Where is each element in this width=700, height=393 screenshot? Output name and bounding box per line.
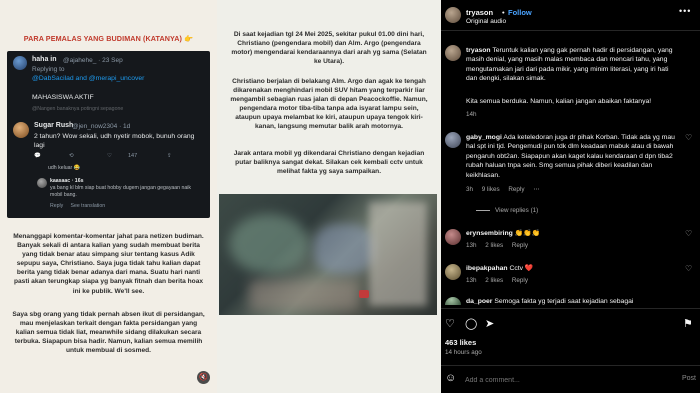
comment: erynsembiring 👏👏👏: [466, 229, 676, 238]
post-timestamp: 14 hours ago: [445, 349, 482, 356]
caption-comment-continued: Kita semua berduka. Namun, kalian jangan…: [466, 98, 652, 105]
reply-button[interactable]: Reply: [512, 242, 528, 249]
post-likes-count[interactable]: 463 likes: [445, 338, 476, 347]
comment-likes[interactable]: 2 likes: [485, 242, 503, 249]
comment-text: Teruntuk kalian yang gak pernah hadir di…: [466, 47, 673, 83]
heart-icon[interactable]: ♡: [445, 317, 455, 330]
pointing-emoji: 👉: [184, 34, 194, 43]
tweet-author-handle: @ajahehe_ · 23 Sep: [63, 57, 123, 64]
mute-icon[interactable]: 🔇: [197, 371, 210, 384]
faded-reply: @Nangen banaknya potingni sepagone: [32, 106, 124, 112]
comment-username[interactable]: ibepakpahan: [466, 265, 508, 272]
tweet-author-handle: @jen_now2304 · 1d: [72, 123, 131, 130]
comment-text: Semoga fakta yg terjadi saat kejadian se…: [494, 298, 634, 305]
header-divider: [441, 30, 700, 31]
share-icon[interactable]: ➤: [485, 317, 494, 330]
story-screenshot-panel: PARA PEMALAS YANG BUDIMAN (KATANYA) 👉 ha…: [0, 0, 217, 393]
reply-icon[interactable]: 💬: [34, 153, 41, 159]
view-replies-button[interactable]: View replies (1): [476, 207, 538, 214]
reply-button[interactable]: Reply: [512, 277, 528, 284]
post-author-avatar[interactable]: [445, 7, 461, 23]
story-paragraph-4: Christiano berjalan di belakang Alm. Arg…: [230, 78, 428, 131]
post-comment-button[interactable]: Post: [682, 375, 696, 382]
comment-time: 13h: [466, 242, 477, 249]
story-paragraph-5: Jarak antara mobil yg dikendarai Christi…: [233, 150, 425, 176]
original-audio-link[interactable]: Original audio: [466, 18, 506, 25]
comment-likes[interactable]: 9 likes: [482, 186, 500, 193]
actions-divider: [441, 308, 700, 309]
tweet-author-name: Sugar Rush: [34, 122, 74, 129]
like-icon[interactable]: ♡: [107, 153, 112, 159]
like-heart-icon[interactable]: ♡: [685, 264, 692, 273]
like-count: 147: [128, 153, 138, 159]
comment-more-icon[interactable]: ⋯: [533, 186, 539, 193]
comment-meta: 13h 2 likes Reply: [466, 277, 535, 284]
post-actions-bar: ♡ ◯ ➤ ⚑: [441, 317, 700, 331]
story-paragraph-2: Saya sbg orang yang tidak pernah absen i…: [12, 311, 205, 355]
tweet-body: 2 tahun? Wow sekali, udh nyetir mobok, b…: [34, 133, 195, 150]
avatar[interactable]: [445, 45, 461, 61]
view-replies-label: View replies (1): [495, 207, 539, 214]
story-header: PARA PEMALAS YANG BUDIMAN (KATANYA) 👉: [0, 34, 217, 43]
comment-time: 13h: [466, 277, 477, 284]
avatar[interactable]: [445, 132, 461, 148]
emoji-icon[interactable]: ☺: [445, 372, 456, 384]
see-translation-link[interactable]: See translation: [70, 203, 105, 209]
add-comment-row: ☺ Post: [441, 371, 700, 389]
sub-reply-actions: Reply See translation: [50, 203, 105, 210]
comment-icon[interactable]: ◯: [465, 317, 477, 330]
comment-text: Cctv ❤️: [509, 265, 534, 272]
caption-comment: tryason Teruntuk kalian yang gak pernah …: [466, 46, 676, 84]
more-icon[interactable]: •••: [679, 6, 691, 16]
comment-time: 14h: [466, 111, 477, 118]
instagram-comments-panel: tryason • Follow Original audio ••• trya…: [441, 0, 700, 393]
reply-prefix: Replying to: [32, 66, 65, 73]
avatar[interactable]: [445, 264, 461, 280]
cctv-video-frame[interactable]: [219, 194, 437, 315]
comment-likes[interactable]: 2 likes: [485, 277, 503, 284]
like-heart-icon[interactable]: ♡: [685, 229, 692, 238]
comment-username[interactable]: da_poer: [466, 298, 492, 305]
reply-link[interactable]: Reply: [50, 203, 63, 209]
add-comment-input[interactable]: [465, 374, 665, 386]
comment-text: 👏👏👏: [514, 230, 541, 237]
avatar[interactable]: [445, 297, 461, 305]
input-divider: [441, 365, 700, 366]
comment-meta: 13h 2 likes Reply: [466, 242, 535, 249]
post-author-username[interactable]: tryason: [466, 8, 493, 17]
story-paragraph-3: Di saat kejadian tgl 24 Mei 2025, sekita…: [231, 31, 427, 66]
reply-button[interactable]: Reply: [508, 186, 524, 193]
avatar[interactable]: [445, 229, 461, 245]
comment-username[interactable]: tryason: [466, 47, 491, 54]
comment: gaby_mogi Ada keteledoran juga dr pihak …: [466, 133, 676, 180]
comment-meta: 3h 9 likes Reply ⋯: [466, 186, 547, 193]
follow-button[interactable]: Follow: [508, 8, 532, 17]
sub-reply-1: udh keluar 😂: [48, 165, 81, 171]
story-paragraph-1: Menanggapi komentar-komentar jahat para …: [13, 233, 204, 295]
comment: da_poer Semoga fakta yg terjadi saat kej…: [466, 297, 676, 306]
comment-username[interactable]: erynsembiring: [466, 230, 513, 237]
retweet-icon[interactable]: ⟲: [69, 153, 74, 159]
tweet-author-name: haha in: [32, 56, 57, 63]
avatar: [13, 56, 27, 70]
like-heart-icon[interactable]: ♡: [685, 133, 692, 142]
sub-reply-body: ya bang kl blm siap buat hobby dugem jan…: [50, 185, 192, 199]
bookmark-icon[interactable]: ⇪: [167, 153, 172, 159]
story-text-panel: Di saat kejadian tgl 24 Mei 2025, sekita…: [217, 0, 441, 393]
story-header-text: PARA PEMALAS YANG BUDIMAN (KATANYA): [23, 34, 183, 43]
comment-time: 3h: [466, 186, 474, 193]
bookmark-icon[interactable]: ⚑: [683, 317, 693, 330]
reply-line: Replying to: [32, 66, 65, 73]
avatar: [13, 122, 29, 138]
separator-dot: •: [502, 8, 505, 17]
reply-handles-link[interactable]: @DabSacilad and @merapi_uncover: [32, 74, 202, 83]
tweet-body: MAHASISWA AKTIF: [32, 94, 94, 101]
avatar: [37, 178, 47, 188]
comment-username[interactable]: gaby_mogi: [466, 134, 502, 141]
tweet-card-2: Sugar Rush @jen_now2304 · 1d 2 tahun? Wo…: [7, 116, 210, 218]
comment: ibepakpahan Cctv ❤️: [466, 264, 676, 273]
